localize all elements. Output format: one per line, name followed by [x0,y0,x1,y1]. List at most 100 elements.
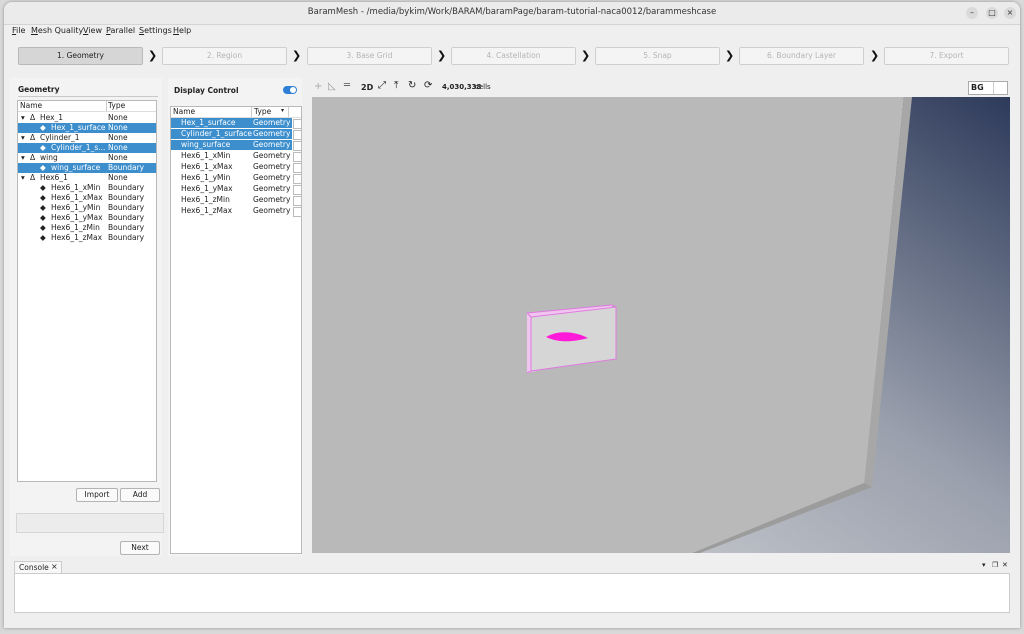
tree-item-hex-1[interactable]: ▾ Δ Hex_1 None [18,113,156,123]
visibility-checkbox[interactable] [293,130,302,140]
display-row[interactable]: Hex6_1_yMax Geometry [171,184,292,194]
close-icon[interactable]: × [51,562,58,571]
tree-item-hex6-1-xmax[interactable]: ◆ Hex6_1_xMax Boundary [18,193,156,203]
chevron-right-icon: ❯ [148,49,158,62]
tree-item-hex6-1-ymax[interactable]: ◆ Hex6_1_yMax Boundary [18,213,156,223]
app-window: BaramMesh - /media/bykim/Work/BARAM/bara… [4,2,1020,628]
progress-area [16,513,164,533]
chevron-right-icon: ❯ [725,49,735,62]
tree-item-hex6-1-zmax[interactable]: ◆ Hex6_1_zMax Boundary [18,233,156,243]
display-row[interactable]: Hex_1_surface Geometry [171,118,292,128]
chevron-right-icon: ❯ [292,49,302,62]
tree-item-hex6-1[interactable]: ▾ Δ Hex6_1 None [18,173,156,183]
dropdown-icon[interactable]: ▾ [982,561,986,569]
menu-file[interactable]: File [12,26,25,35]
display-row[interactable]: wing_surface Geometry [171,140,292,150]
surface-icon: ◆ [40,143,46,152]
menu-settings[interactable]: Settings [139,26,172,35]
tab-console[interactable]: Console × [14,561,62,573]
geometry-title: Geometry [18,85,60,94]
maximize-icon[interactable]: □ [986,7,998,19]
tree-item-wing[interactable]: ▾ Δ wing None [18,153,156,163]
view-2d-button[interactable]: 2D [361,83,373,92]
display-row[interactable]: Hex6_1_xMax Geometry [171,162,292,172]
column-name[interactable]: Name [173,107,252,117]
title-bar: BaramMesh - /media/bykim/Work/BARAM/bara… [4,2,1020,25]
sort-down-icon[interactable]: ▾ [281,107,284,114]
ruler-icon[interactable]: ◺ [328,81,336,92]
menu-bar: File Mesh Quality View Parallel Settings… [4,24,1020,39]
column-name[interactable]: Name [20,101,107,111]
visibility-checkbox[interactable] [293,141,302,151]
close-icon[interactable]: ✕ [1002,561,1008,569]
chevron-right-icon: ❯ [437,49,447,62]
surface-icon: ◆ [40,123,46,132]
edges-icon[interactable]: ═ [344,80,350,91]
tree-item-hex6-1-zmin[interactable]: ◆ Hex6_1_zMin Boundary [18,223,156,233]
display-table[interactable]: Name Type ▾ Hex_1_surface Geometry Cylind… [170,106,302,554]
chevron-down-icon[interactable]: ▾ [21,153,25,163]
display-toggle[interactable] [283,86,297,94]
add-button[interactable]: Add [120,488,160,502]
float-icon[interactable]: ❐ [992,561,998,569]
menu-help[interactable]: Help [173,26,191,35]
geometry-tree[interactable]: Name Type ▾ Δ Hex_1 None ◆ Hex_1_surface… [17,100,157,482]
rotate-plus-icon[interactable]: ⟳ [424,80,432,91]
visibility-checkbox[interactable] [293,207,302,217]
display-row[interactable]: Hex6_1_zMax Geometry [171,206,292,216]
fit-view-icon[interactable]: ⤢ [378,80,386,91]
step-castellation[interactable]: 4. Castellation [451,47,576,65]
close-icon[interactable]: × [1004,7,1016,19]
tree-item-hex-1-surface[interactable]: ◆ Hex_1_surface None [18,123,156,133]
divider [18,96,158,97]
import-button[interactable]: Import [76,488,118,502]
visibility-checkbox[interactable] [293,174,302,184]
console-panel: Console × ▾ ❐ ✕ [14,561,1010,613]
chevron-down-icon[interactable]: ▾ [21,173,25,183]
visibility-checkbox[interactable] [293,185,302,195]
surface-icon: ◆ [40,223,46,232]
display-control-panel: Display Control Name Type ▾ Hex_1_surfac… [168,78,302,556]
surface-icon: ◆ [40,233,46,242]
background-toggle[interactable]: BG [968,81,1008,95]
align-top-icon[interactable]: ⤒ [394,80,398,91]
render-toolbar: + ◺ ═ 2D ⤢ ⤒ ↻ ⟳ 4,030,338 cells BG [310,80,1010,96]
menu-mesh-quality[interactable]: Mesh Quality [31,26,83,35]
tree-item-cylinder-1[interactable]: ▾ Δ Cylinder_1 None [18,133,156,143]
tree-item-wing-surface[interactable]: ◆ wing_surface Boundary [18,163,156,173]
menu-view[interactable]: View [83,26,102,35]
visibility-checkbox[interactable] [293,163,302,173]
step-snap[interactable]: 5. Snap [595,47,720,65]
next-button[interactable]: Next [120,541,160,555]
tree-item-hex6-1-ymin[interactable]: ◆ Hex6_1_yMin Boundary [18,203,156,213]
axis-icon[interactable]: + [314,81,322,92]
visibility-checkbox[interactable] [293,152,302,162]
tree-item-cylinder-1-surface[interactable]: ◆ Cylinder_1_s... None [18,143,156,153]
window-title: BaramMesh - /media/bykim/Work/BARAM/bara… [307,7,717,17]
step-region[interactable]: 2. Region [162,47,287,65]
step-boundary-layer[interactable]: 6. Boundary Layer [739,47,864,65]
3d-viewport[interactable] [312,97,1010,553]
mesh-render [312,97,1010,553]
tree-item-hex6-1-xmin[interactable]: ◆ Hex6_1_xMin Boundary [18,183,156,193]
rotate-icon[interactable]: ↻ [408,80,416,91]
chevron-down-icon[interactable]: ▾ [21,133,25,143]
cell-count-suffix: cells [475,83,491,91]
minimize-icon[interactable]: – [966,7,978,19]
display-row[interactable]: Cylinder_1_surface Geometry [171,129,292,139]
visibility-checkbox[interactable] [293,119,302,129]
step-geometry[interactable]: 1. Geometry [18,47,143,65]
console-output[interactable] [14,573,1010,613]
step-export[interactable]: 7. Export [884,47,1009,65]
column-type[interactable]: Type [108,101,125,111]
menu-parallel[interactable]: Parallel [106,26,135,35]
surface-icon: ◆ [40,183,46,192]
display-row[interactable]: Hex6_1_yMin Geometry [171,173,292,183]
display-row[interactable]: Hex6_1_xMin Geometry [171,151,292,161]
geometry-volume-icon: Δ [30,113,36,122]
display-row[interactable]: Hex6_1_zMin Geometry [171,195,292,205]
chevron-down-icon[interactable]: ▾ [21,113,25,123]
geometry-volume-icon: Δ [30,153,36,162]
step-base-grid[interactable]: 3. Base Grid [307,47,432,65]
visibility-checkbox[interactable] [293,196,302,206]
